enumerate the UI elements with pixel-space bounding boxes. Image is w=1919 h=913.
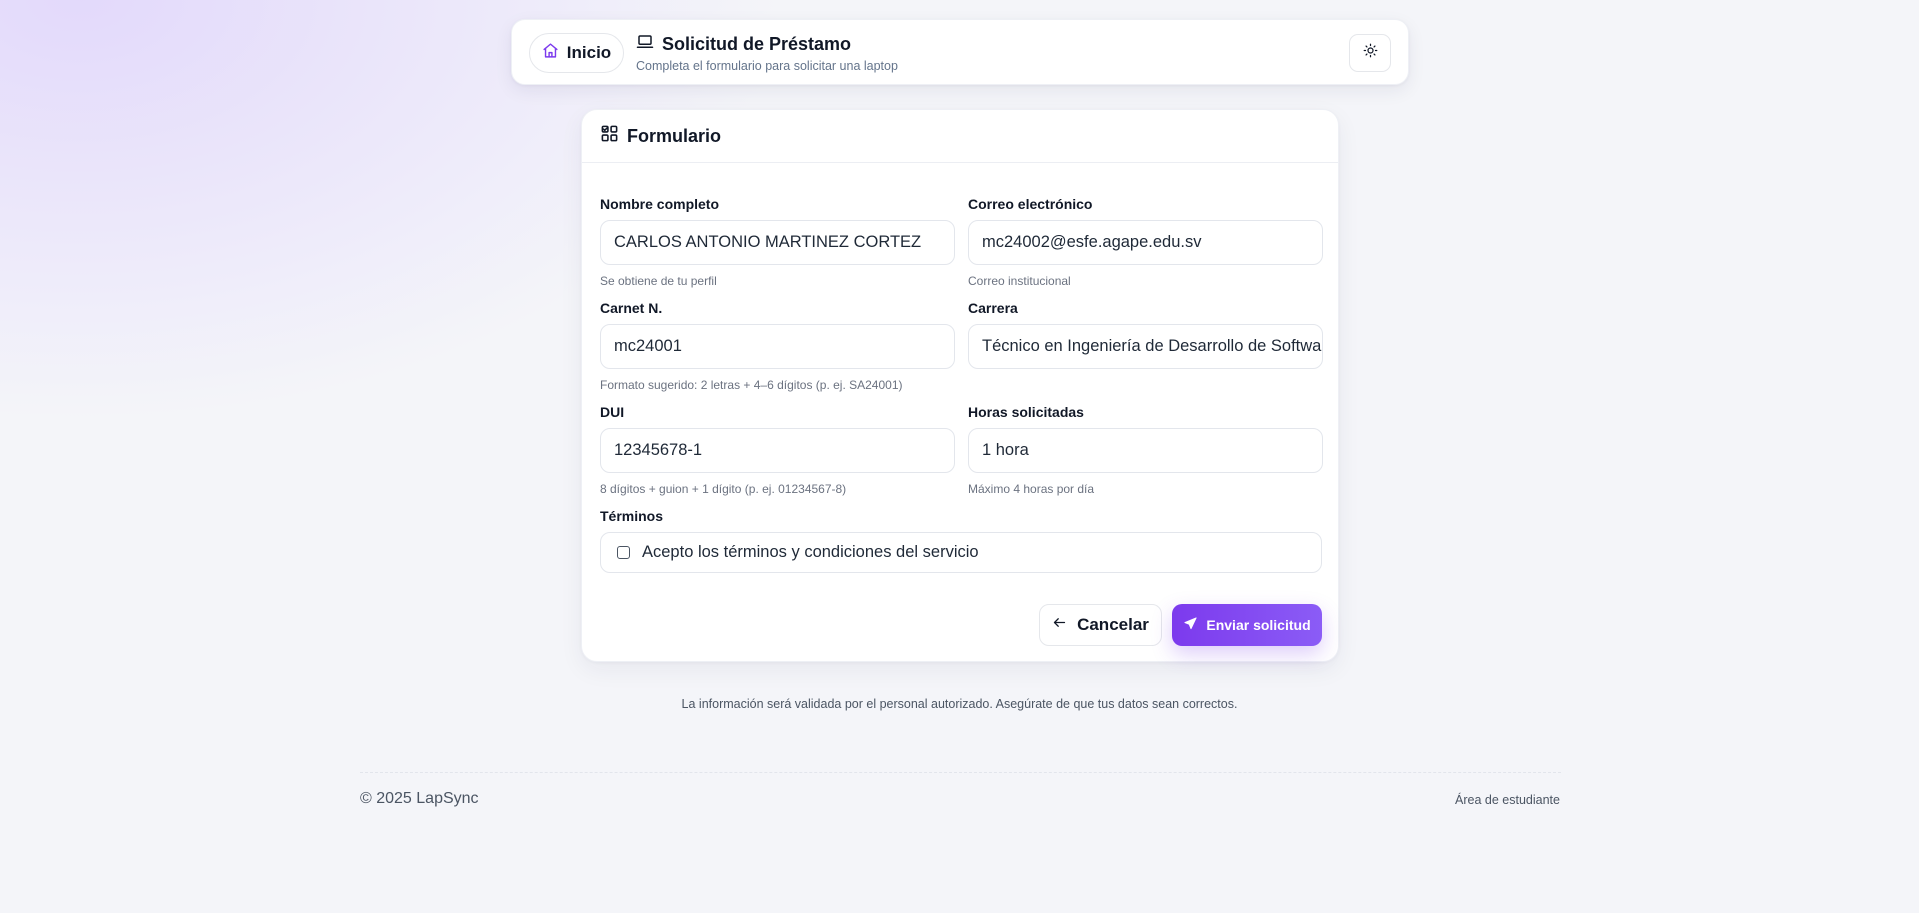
submit-button[interactable]: Enviar solicitud — [1172, 604, 1322, 646]
field-carnet: Carnet N. mc24001 Formato sugerido: 2 le… — [600, 300, 955, 392]
carnet-hint: Formato sugerido: 2 letras + 4–6 dígitos… — [600, 378, 903, 392]
dui-input[interactable]: 12345678-1 — [600, 428, 955, 473]
horas-label: Horas solicitadas — [968, 404, 1084, 420]
footer-copyright: © 2025 LapSync — [360, 790, 479, 807]
home-icon — [542, 42, 559, 64]
theme-toggle-button[interactable] — [1349, 34, 1391, 72]
correo-label: Correo electrónico — [968, 196, 1093, 212]
submit-button-label: Enviar solicitud — [1206, 617, 1311, 633]
page-subtitle: Completa el formulario para solicitar un… — [636, 59, 898, 73]
terms-label: Términos — [600, 508, 664, 524]
nombre-hint: Se obtiene de tu perfil — [600, 274, 717, 288]
nombre-label: Nombre completo — [600, 196, 720, 212]
correo-input[interactable]: mc24002@esfe.agape.edu.sv — [968, 220, 1323, 265]
form-card-header: Formulario — [582, 110, 1338, 163]
horas-select[interactable]: 1 hora — [968, 428, 1323, 473]
sun-icon — [1363, 43, 1378, 63]
arrow-left-icon — [1052, 615, 1067, 635]
field-dui: DUI 12345678-1 8 dígitos + guion + 1 díg… — [600, 404, 955, 496]
cancel-button-label: Cancelar — [1077, 615, 1149, 634]
dui-hint: 8 dígitos + guion + 1 dígito (p. ej. 012… — [600, 482, 847, 496]
footer-divider — [360, 772, 1561, 773]
terms-box[interactable]: Acepto los términos y condiciones del se… — [600, 532, 1322, 573]
field-carrera: Carrera Técnico en Ingeniería de Desarro… — [968, 300, 1323, 369]
carnet-input[interactable]: mc24001 — [600, 324, 955, 369]
field-nombre: Nombre completo CARLOS ANTONIO MARTINEZ … — [600, 196, 955, 288]
terms-checkbox[interactable] — [617, 546, 630, 559]
nombre-input[interactable]: CARLOS ANTONIO MARTINEZ CORTEZ — [600, 220, 955, 265]
footer-area-label: Área de estudiante — [1455, 793, 1560, 807]
home-button[interactable]: Inicio — [529, 33, 624, 73]
form-card: Formulario Nombre completo CARLOS ANTONI… — [581, 109, 1339, 662]
field-terminos: Términos Acepto los términos y condicion… — [600, 508, 1322, 573]
page-title: Solicitud de Préstamo — [662, 34, 852, 54]
form-title: Formulario — [627, 125, 722, 146]
dui-label: DUI — [600, 404, 625, 420]
field-correo: Correo electrónico mc24002@esfe.agape.ed… — [968, 196, 1323, 288]
header-title-block: Solicitud de Préstamo Completa el formul… — [636, 33, 898, 73]
carrera-label: Carrera — [968, 300, 1018, 316]
horas-hint: Máximo 4 horas por día — [968, 482, 1095, 496]
top-header: Inicio Solicitud de Préstamo Completa el… — [511, 19, 1409, 85]
terms-text: Acepto los términos y condiciones del se… — [642, 543, 979, 561]
cancel-button[interactable]: Cancelar — [1039, 604, 1162, 646]
carnet-label: Carnet N. — [600, 300, 663, 316]
validation-note: La información será validada por el pers… — [681, 697, 1238, 711]
form-grid-icon — [600, 124, 619, 148]
field-horas: Horas solicitadas 1 hora Máximo 4 horas … — [968, 404, 1323, 496]
laptop-icon — [636, 33, 654, 56]
correo-hint: Correo institucional — [968, 274, 1071, 288]
home-button-label: Inicio — [566, 43, 612, 62]
send-icon — [1183, 616, 1198, 634]
carrera-input[interactable]: Técnico en Ingeniería de Desarrollo de S… — [968, 324, 1323, 369]
